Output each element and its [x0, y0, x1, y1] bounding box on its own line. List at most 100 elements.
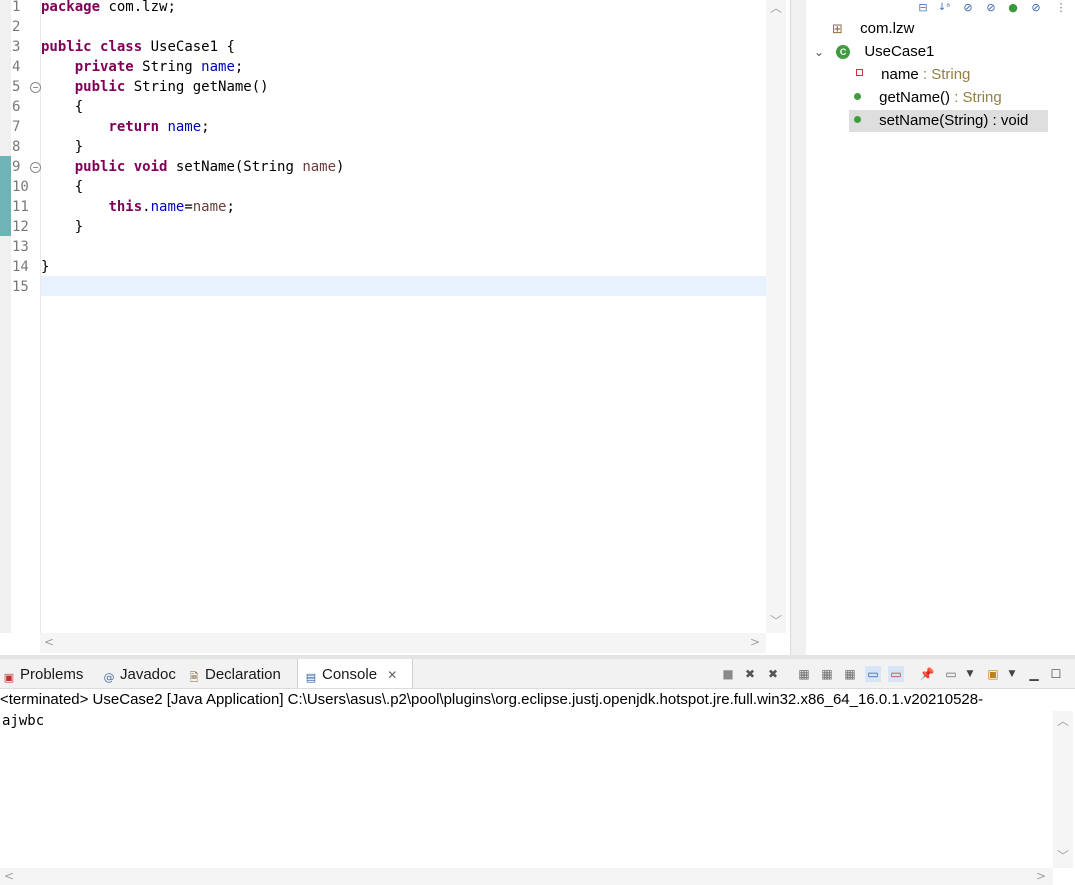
keyword-token: private	[74, 59, 134, 75]
display-console-icon[interactable]: ▭	[943, 666, 959, 682]
hide-static-icon[interactable]: ⊘	[984, 1, 998, 15]
fold-toggle-icon[interactable]: −	[30, 82, 41, 93]
code-line[interactable]: }	[41, 137, 83, 157]
clear-console-icon[interactable]: ▦	[796, 666, 812, 682]
code-token: }	[41, 259, 50, 275]
tree-item-package[interactable]: ⊞ com.lzw	[832, 18, 914, 40]
code-editor[interactable]: 1 2 3 4 5−6 7 8 9−10 11 12 13 14 15 package com.lzw;…	[0, 0, 790, 655]
javadoc-icon: @	[103, 671, 115, 684]
field-token: name	[167, 119, 202, 135]
tree-item-getname[interactable]: getName() : String	[854, 87, 1002, 109]
close-icon[interactable]: ✕	[387, 668, 397, 682]
view-divider[interactable]	[790, 0, 807, 655]
word-wrap-icon[interactable]: ▦	[842, 666, 858, 682]
code-line[interactable]: this.name=name;	[41, 197, 234, 217]
scroll-up-icon[interactable]: ︿	[770, 0, 782, 16]
remove-launch-icon[interactable]: ✖	[742, 666, 758, 682]
show-on-stdout-icon[interactable]: ▭	[865, 666, 881, 682]
tree-item-field-name[interactable]: name : String	[856, 64, 970, 86]
console-output-area[interactable]: ajwbc	[0, 711, 1053, 868]
keyword-token: public	[41, 39, 92, 55]
field-label: name	[881, 66, 919, 83]
chevron-down-icon[interactable]: ⌄	[814, 41, 826, 63]
tree-item-setname[interactable]: setName(String) : void	[849, 110, 1048, 132]
scroll-lock-icon[interactable]: ▦	[819, 666, 835, 682]
package-label: com.lzw	[860, 20, 915, 37]
scroll-down-icon[interactable]: ﹀	[1057, 847, 1069, 864]
keyword-token: class	[100, 39, 143, 55]
code-line[interactable]: package com.lzw;	[41, 0, 176, 17]
method-label: setName(String) : void	[879, 112, 1029, 129]
scroll-left-icon[interactable]: <	[4, 869, 14, 883]
tab-javadoc[interactable]: @ Javadoc	[102, 659, 182, 688]
code-token: ;	[234, 59, 244, 75]
panel-tab-bar: ▣ Problems @ Javadoc 🗎 Declaration ▤ Console…	[0, 659, 1075, 689]
line-number: 4	[12, 59, 21, 75]
keyword-token: return	[108, 119, 160, 135]
scroll-down-icon[interactable]: ﹀	[770, 612, 782, 629]
code-line[interactable]: private String name;	[41, 57, 244, 77]
view-menu-icon[interactable]: ⋮	[1054, 1, 1068, 15]
code-token: String getName()	[125, 79, 269, 95]
method-type: : String	[950, 89, 1002, 106]
keyword-token: this	[108, 199, 143, 215]
pin-console-icon[interactable]: 📌	[919, 666, 935, 682]
code-token: }	[41, 219, 84, 235]
code-token: {	[41, 99, 84, 115]
maximize-icon[interactable]: ☐	[1048, 666, 1064, 682]
code-line[interactable]: public class UseCase1 {	[41, 37, 235, 57]
remove-all-terminated-icon[interactable]: ✖	[765, 666, 781, 682]
code-line[interactable]: public void setName(String name)	[41, 157, 345, 177]
fold-toggle-icon[interactable]: −	[30, 162, 41, 173]
tree-item-class[interactable]: ⌄ C UseCase1	[814, 41, 934, 63]
code-token: setName(String	[167, 159, 303, 175]
sort-icon[interactable]: ↓ᵃ	[937, 1, 951, 15]
code-line[interactable]: }	[41, 217, 83, 237]
line-number: 7	[12, 119, 21, 135]
tab-problems[interactable]: ▣ Problems	[2, 659, 96, 688]
scroll-right-icon[interactable]: >	[1036, 869, 1046, 883]
tab-label: Javadoc	[120, 666, 176, 683]
line-number: 12	[12, 219, 29, 235]
package-icon: ⊞	[832, 22, 843, 37]
console-vertical-scrollbar[interactable]: ︿ ﹀	[1053, 711, 1073, 868]
code-line[interactable]: }	[41, 257, 49, 277]
code-line[interactable]: return name;	[41, 117, 209, 137]
code-token: String	[133, 59, 202, 75]
parameter-token: name	[192, 199, 227, 215]
code-line[interactable]: {	[41, 177, 83, 197]
scroll-left-icon[interactable]: <	[44, 635, 54, 649]
hide-fields-icon[interactable]: ⊘	[961, 1, 975, 15]
code-token: =	[184, 199, 193, 215]
hide-local-types-icon[interactable]: ⊘	[1029, 1, 1043, 15]
class-icon: C	[836, 45, 851, 59]
chevron-down-icon[interactable]: ▼	[1004, 666, 1020, 682]
hide-non-public-icon[interactable]: ●	[1006, 1, 1020, 15]
code-line[interactable]: public String getName()	[41, 77, 269, 97]
editor-vertical-scrollbar[interactable]: ︿ ﹀	[766, 0, 786, 633]
code-token: com.lzw;	[100, 0, 176, 15]
scroll-right-icon[interactable]: >	[750, 635, 760, 649]
change-bar	[0, 156, 11, 236]
terminate-icon[interactable]: ■	[720, 666, 736, 682]
minimize-icon[interactable]: ▁	[1026, 666, 1042, 682]
keyword-token: public	[74, 79, 126, 95]
console-horizontal-scrollbar[interactable]: < >	[0, 868, 1053, 885]
code-line[interactable]: {	[41, 97, 83, 117]
collapse-all-icon[interactable]: ⊟	[916, 1, 930, 15]
tab-console[interactable]: ▤ Console ✕	[297, 659, 413, 688]
editor-horizontal-scrollbar[interactable]: < >	[40, 633, 766, 653]
field-token: name	[150, 199, 185, 215]
line-number: 11	[12, 199, 29, 215]
code-token: {	[41, 179, 84, 195]
code-area[interactable]: package com.lzw; public class UseCase1 { …	[41, 0, 766, 633]
scroll-up-icon[interactable]: ︿	[1057, 712, 1069, 729]
chevron-down-icon[interactable]: ▼	[962, 666, 978, 682]
line-number: 13	[12, 239, 29, 255]
code-token: }	[41, 139, 84, 155]
show-on-stderr-icon[interactable]: ▭	[888, 666, 904, 682]
tab-declaration[interactable]: 🗎 Declaration	[187, 659, 295, 688]
open-console-icon[interactable]: ▣	[985, 666, 1001, 682]
